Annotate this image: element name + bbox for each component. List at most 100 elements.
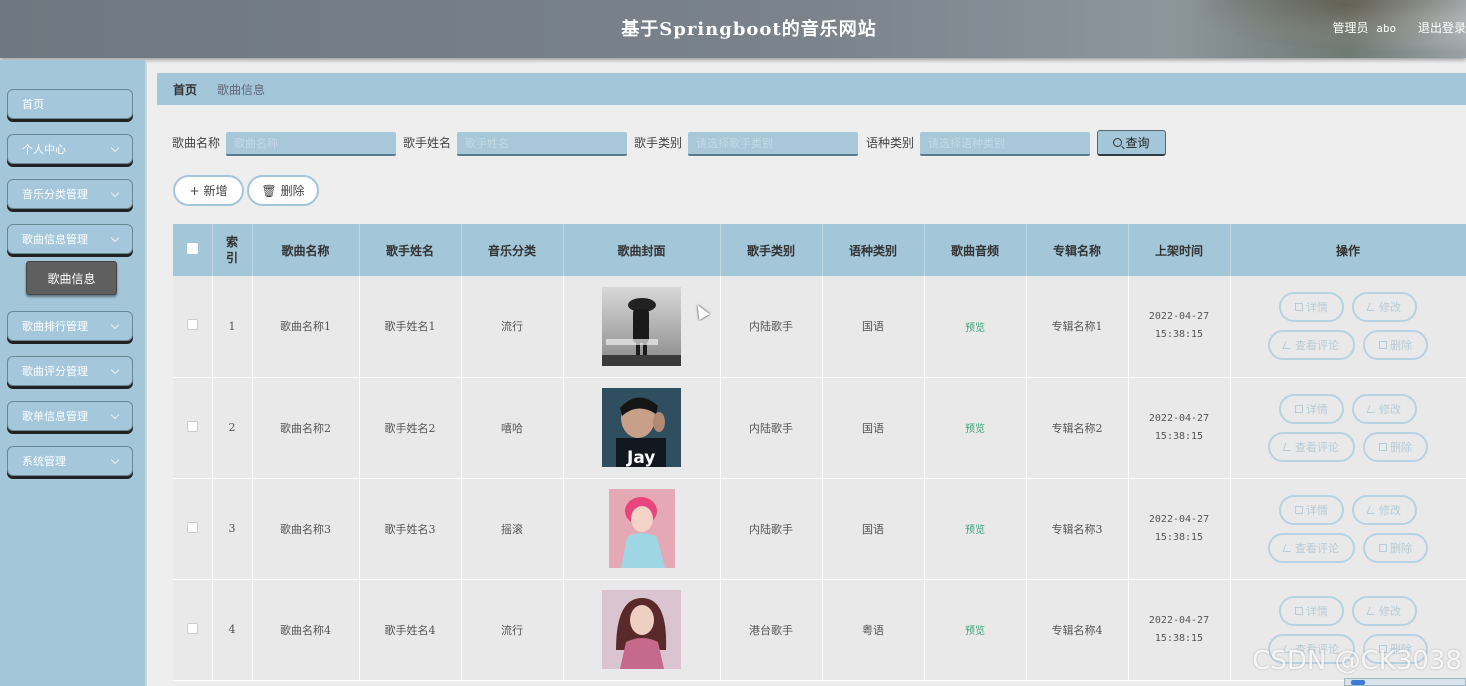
pencil-icon — [1366, 606, 1378, 615]
cell-index: 3 — [212, 478, 253, 580]
detail-button[interactable]: 详情 — [1279, 494, 1344, 525]
cell-audio: 预览 — [924, 478, 1027, 580]
search-language-select[interactable] — [920, 132, 1090, 156]
cell-singer: 歌手姓名2 — [359, 377, 462, 479]
song-cover-image[interactable] — [608, 489, 675, 568]
edit-button[interactable]: 修改 — [1352, 595, 1417, 626]
detail-label: 详情 — [1306, 503, 1328, 517]
cell-category: 流行 — [461, 579, 564, 681]
sidebar-item-label: 音乐分类管理 — [22, 188, 88, 201]
edit-label: 修改 — [1379, 402, 1401, 416]
user-name: abo — [1376, 22, 1397, 35]
add-button[interactable]: + 新增 — [173, 175, 244, 206]
cell-song-name: 歌曲名称2 — [252, 377, 360, 479]
row-select[interactable] — [173, 276, 213, 378]
watermark: CSDN @CK3038 — [1252, 646, 1462, 676]
cell-cover — [563, 478, 721, 580]
sidebar-item-system[interactable]: 系统管理 — [7, 446, 133, 476]
document-icon — [1295, 606, 1303, 615]
query-button-label: 查询 — [1125, 136, 1150, 150]
select-all-checkbox[interactable] — [186, 243, 198, 254]
chevron-down-icon — [110, 320, 120, 329]
view-comments-button[interactable]: 查看评论 — [1268, 431, 1355, 462]
sidebar-item-song-info[interactable]: 歌曲信息管理 — [7, 224, 133, 254]
cell-cover — [563, 579, 721, 681]
cell-audio: 预览 — [924, 579, 1027, 681]
edit-button[interactable]: 修改 — [1352, 393, 1417, 424]
breadcrumb-home[interactable]: 首页 — [173, 81, 197, 98]
chevron-down-icon — [110, 233, 120, 242]
view-comments-label: 查看评论 — [1295, 339, 1339, 353]
song-cover-image[interactable] — [602, 286, 681, 366]
batch-delete-button[interactable]: 🗑 删除 — [247, 175, 319, 206]
audio-preview-link[interactable]: 预览 — [965, 424, 985, 435]
audio-preview-link[interactable]: 预览 — [965, 525, 985, 536]
view-comments-button[interactable]: 查看评论 — [1268, 330, 1355, 361]
search-icon — [1113, 138, 1123, 147]
song-cover-image[interactable] — [602, 590, 681, 669]
header-cover: 歌曲封面 — [563, 224, 721, 276]
detail-button[interactable]: 详情 — [1279, 292, 1344, 323]
delete-button[interactable]: 删除 — [1363, 431, 1428, 462]
search-label-singer-type: 歌手类别 — [634, 136, 683, 150]
search-singer-type-select[interactable] — [688, 132, 858, 156]
row-select[interactable] — [173, 579, 213, 681]
row-checkbox[interactable] — [186, 622, 198, 634]
document-icon — [1295, 404, 1303, 413]
pencil-icon — [1282, 341, 1294, 350]
sidebar-item-profile[interactable]: 个人中心 — [7, 134, 133, 164]
row-select[interactable] — [173, 478, 213, 580]
edit-button[interactable]: 修改 — [1352, 292, 1417, 323]
document-icon — [1295, 303, 1303, 312]
sidebar-item-song-rating[interactable]: 歌曲评分管理 — [7, 356, 133, 386]
cell-category: 嘻哈 — [461, 377, 564, 479]
trash-icon — [1379, 543, 1387, 552]
search-singer-input[interactable] — [457, 132, 627, 156]
pencil-icon — [1366, 404, 1378, 413]
cell-singer-type: 内陆歌手 — [720, 377, 823, 479]
header-album: 专辑名称 — [1026, 224, 1129, 276]
cell-language: 国语 — [822, 276, 925, 378]
pencil-icon — [1282, 442, 1294, 451]
cell-time: 2022-04-27 15:38:15 — [1128, 276, 1231, 378]
sidebar-item-home[interactable]: 首页 — [7, 89, 133, 119]
pencil-icon — [1282, 543, 1294, 552]
sidebar-item-song-ranking[interactable]: 歌曲排行管理 — [7, 311, 133, 341]
edit-label: 修改 — [1379, 503, 1401, 517]
row-checkbox[interactable] — [186, 319, 198, 331]
cell-singer-type: 内陆歌手 — [720, 276, 823, 378]
row-select[interactable] — [173, 377, 213, 479]
cell-album: 专辑名称2 — [1026, 377, 1129, 479]
detail-button[interactable]: 详情 — [1279, 393, 1344, 424]
audio-preview-link[interactable]: 预览 — [965, 323, 985, 334]
sidebar-item-playlist[interactable]: 歌单信息管理 — [7, 401, 133, 431]
row-checkbox[interactable] — [186, 521, 198, 533]
view-comments-button[interactable]: 查看评论 — [1268, 532, 1355, 563]
site-title: 基于Springboot的音乐网站 — [621, 19, 877, 40]
song-cover-image[interactable]: Jay — [602, 388, 681, 467]
cell-singer: 歌手姓名4 — [359, 579, 462, 681]
logout-link[interactable]: 退出登录 — [1418, 21, 1466, 35]
chevron-down-icon — [110, 188, 120, 197]
sidebar-item-label: 歌曲排行管理 — [22, 320, 88, 333]
cell-index: 4 — [212, 579, 253, 681]
table-header-row: 索引 歌曲名称 歌手姓名 音乐分类 歌曲封面 歌手类别 语种类别 歌曲音频 专辑… — [173, 224, 1466, 276]
cell-album: 专辑名称3 — [1026, 478, 1129, 580]
edit-button[interactable]: 修改 — [1352, 494, 1417, 525]
delete-button[interactable]: 删除 — [1363, 532, 1428, 563]
delete-button[interactable]: 删除 — [1363, 330, 1428, 361]
song-table: 索引 歌曲名称 歌手姓名 音乐分类 歌曲封面 歌手类别 语种类别 歌曲音频 专辑… — [173, 224, 1466, 681]
submenu-song-info[interactable]: 歌曲信息 — [26, 261, 117, 295]
add-button-label: 新增 — [203, 184, 228, 198]
audio-preview-link[interactable]: 预览 — [965, 626, 985, 637]
row-checkbox[interactable] — [186, 420, 198, 432]
trash-icon — [1379, 442, 1387, 451]
sidebar-item-music-category[interactable]: 音乐分类管理 — [7, 179, 133, 209]
detail-button[interactable]: 详情 — [1279, 595, 1344, 626]
select-all-header[interactable] — [173, 224, 213, 276]
chevron-down-icon — [110, 410, 120, 419]
cell-time: 2022-04-27 15:38:15 — [1128, 478, 1231, 580]
query-button[interactable]: 查询 — [1097, 130, 1166, 156]
cell-album: 专辑名称1 — [1026, 276, 1129, 378]
search-song-name-input[interactable] — [226, 132, 396, 156]
